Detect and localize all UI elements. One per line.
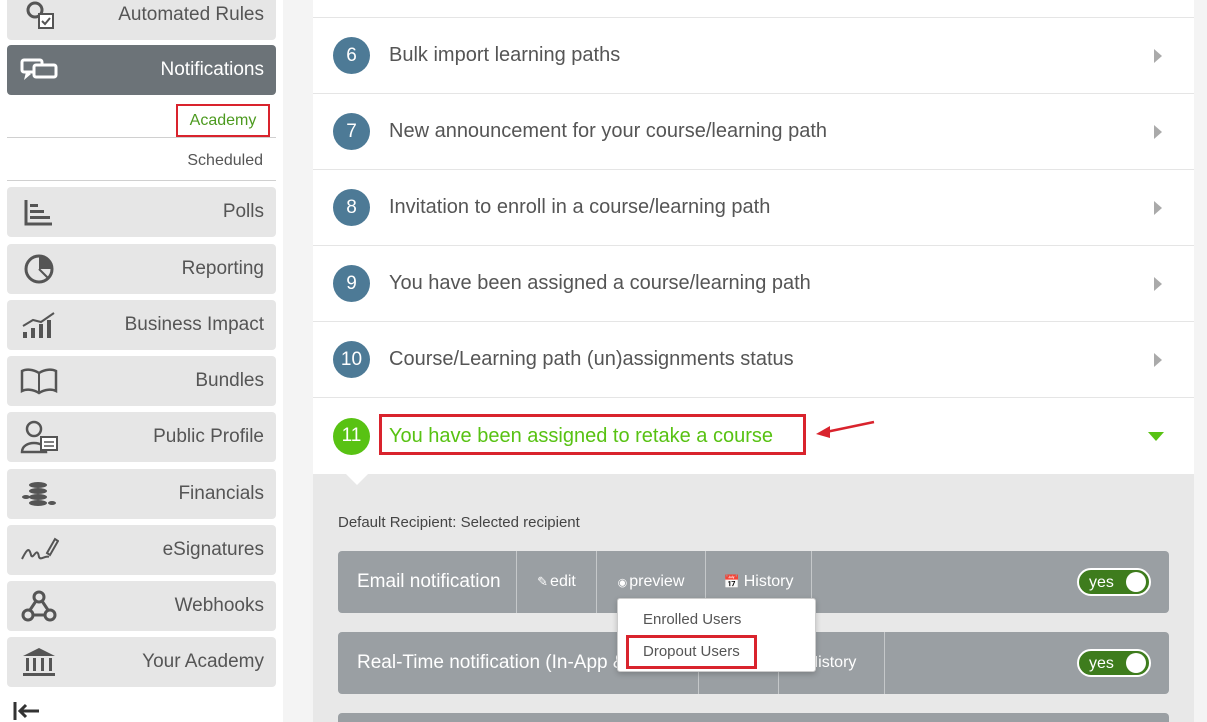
notification-row-9[interactable]: 9 You have been assigned a course/learni… xyxy=(313,246,1194,322)
sidebar-item-business-impact[interactable]: Business Impact xyxy=(7,300,276,350)
chevron-right-icon xyxy=(1154,352,1162,367)
calendar-icon: 📅 xyxy=(723,574,740,589)
sidebar-item-label: Automated Rules xyxy=(118,4,264,25)
divider xyxy=(7,180,276,181)
notification-row-11[interactable]: 11 You have been assigned to retake a co… xyxy=(313,398,1194,474)
row-number-badge: 10 xyxy=(333,341,370,378)
row-number-badge: 9 xyxy=(333,265,370,302)
sidebar-item-reporting[interactable]: Reporting xyxy=(7,244,276,294)
row-number-badge: 6 xyxy=(333,37,370,74)
coin-stack-icon xyxy=(19,477,59,511)
notification-row-10[interactable]: 10 Course/Learning path (un)assignments … xyxy=(313,322,1194,398)
sidebar-item-label: Polls xyxy=(222,201,264,222)
toggle-knob xyxy=(1126,653,1146,673)
sidebar-item-label: Notifications xyxy=(160,59,265,80)
sidebar-sub-academy[interactable]: Academy xyxy=(176,104,270,137)
sidebar-item-automated-rules[interactable]: Automated Rules xyxy=(7,0,276,40)
sidebar-item-financials[interactable]: Financials xyxy=(7,469,276,519)
edit-button[interactable]: ✎ edit xyxy=(516,551,596,613)
default-recipient-text: Default Recipient: Selected recipient xyxy=(338,514,580,531)
notification-row-7[interactable]: 7 New announcement for your course/learn… xyxy=(313,94,1194,170)
sidebar-item-label: Your Academy xyxy=(142,651,264,672)
row-number-badge: 11 xyxy=(333,417,370,455)
sidebar-item-bundles[interactable]: Bundles xyxy=(7,356,276,406)
chevron-right-icon xyxy=(1154,124,1162,139)
row-top-edge xyxy=(313,0,1194,18)
sidebar-item-label: Financials xyxy=(178,483,264,504)
chevron-down-icon xyxy=(1148,431,1164,441)
notification-row-6[interactable]: 6 Bulk import learning paths xyxy=(313,18,1194,94)
chevron-right-icon xyxy=(1154,200,1162,215)
preview-label: preview xyxy=(629,573,685,590)
toggle-knob xyxy=(1126,572,1146,592)
sidebar-item-esignatures[interactable]: eSignatures xyxy=(7,525,276,575)
sidebar-item-notifications[interactable]: Notifications xyxy=(7,45,276,95)
sidebar: Automated Rules Notifications Academy Sc… xyxy=(0,0,283,722)
collapse-left-icon[interactable] xyxy=(12,700,42,722)
row-title: You have been assigned to retake a cours… xyxy=(389,424,773,447)
sidebar-item-polls[interactable]: Polls xyxy=(7,187,276,237)
sidebar-item-label: Bundles xyxy=(195,370,264,391)
panel-notch xyxy=(345,473,369,485)
row-number-badge: 8 xyxy=(333,189,370,226)
sidebar-item-public-profile[interactable]: Public Profile xyxy=(7,412,276,462)
realtime-toggle[interactable]: yes xyxy=(1077,649,1151,677)
toggle-label: yes xyxy=(1089,655,1114,672)
bar-chart-icon xyxy=(19,195,59,229)
highlight-box xyxy=(626,635,757,669)
sidebar-item-label: eSignatures xyxy=(162,539,264,560)
annotation-arrow-icon xyxy=(816,420,875,438)
row-title: Course/Learning path (un)assignments sta… xyxy=(389,348,794,370)
sidebar-item-label: Webhooks xyxy=(174,595,264,616)
row-number-badge: 7 xyxy=(333,113,370,150)
chat-bubbles-icon xyxy=(19,53,59,87)
next-notification-bar xyxy=(338,713,1169,722)
user-card-icon xyxy=(19,420,59,454)
sidebar-item-label: Reporting xyxy=(181,258,264,279)
edit-label: edit xyxy=(550,573,576,590)
chevron-right-icon xyxy=(1154,48,1162,63)
sidebar-item-your-academy[interactable]: Your Academy xyxy=(7,637,276,687)
divider xyxy=(7,137,276,138)
chevron-right-icon xyxy=(1154,276,1162,291)
open-book-icon xyxy=(19,364,59,398)
notification-name: Real-Time notification (In-App & xyxy=(357,652,626,673)
webhook-icon xyxy=(19,589,59,623)
bank-icon xyxy=(19,645,59,679)
edit-icon: ✎ xyxy=(537,574,549,589)
sidebar-item-label: Business Impact xyxy=(124,314,264,335)
pie-chart-icon xyxy=(19,252,59,286)
email-toggle[interactable]: yes xyxy=(1077,568,1151,596)
growth-chart-icon xyxy=(19,308,59,342)
signature-pen-icon xyxy=(19,533,59,567)
sidebar-item-label: Public Profile xyxy=(153,426,264,447)
toggle-label: yes xyxy=(1089,574,1114,591)
dropdown-item-enrolled[interactable]: Enrolled Users xyxy=(643,611,741,628)
row-title: Invitation to enroll in a course/learnin… xyxy=(389,196,771,218)
gear-document-icon xyxy=(19,0,59,32)
row-title: Bulk import learning paths xyxy=(389,44,621,66)
sidebar-sub-scheduled[interactable]: Scheduled xyxy=(187,152,263,170)
history-label: History xyxy=(743,573,794,590)
sidebar-item-webhooks[interactable]: Webhooks xyxy=(7,581,276,631)
row-title: New announcement for your course/learnin… xyxy=(389,120,828,142)
notification-name: Email notification xyxy=(357,571,501,592)
row-title: You have been assigned a course/learning… xyxy=(389,272,811,294)
notification-row-8[interactable]: 8 Invitation to enroll in a course/learn… xyxy=(313,170,1194,246)
eye-icon: ◉ xyxy=(617,576,628,589)
